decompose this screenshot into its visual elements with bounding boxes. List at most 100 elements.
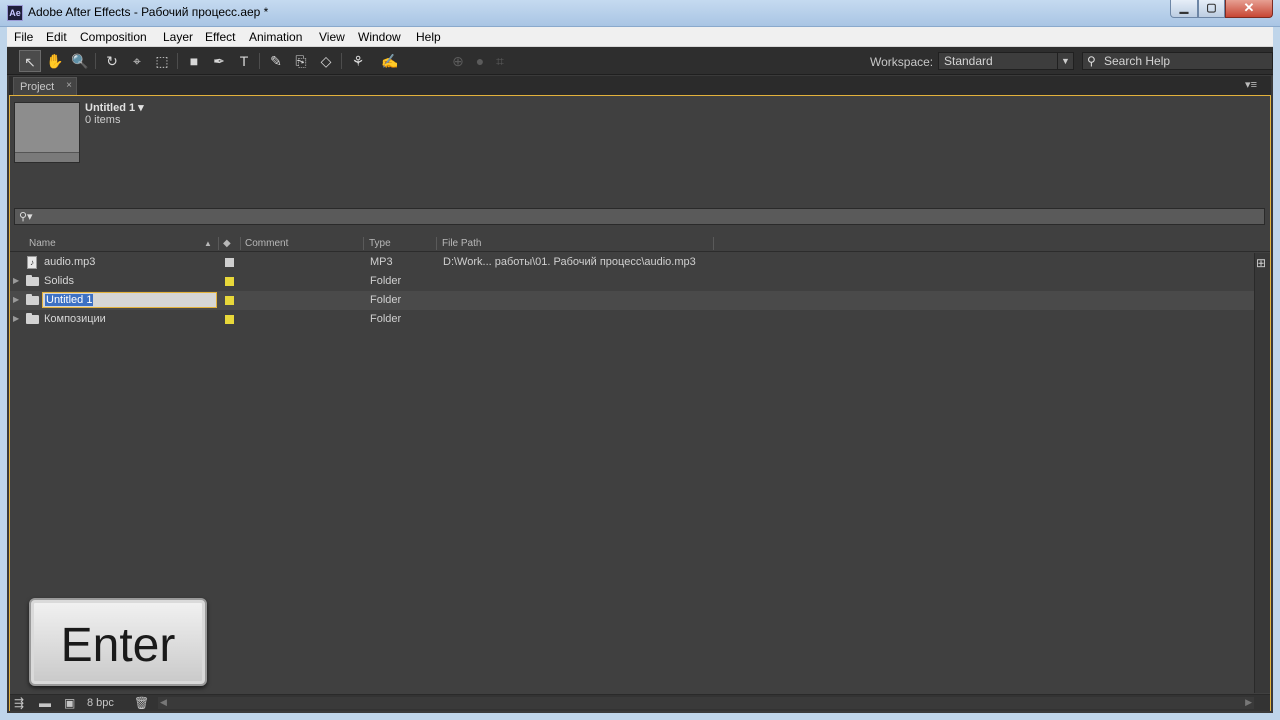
minimize-button[interactable]: ▁	[1170, 0, 1198, 18]
audio-file-icon: ♪	[27, 256, 37, 269]
rename-input[interactable]: Untitled 1	[42, 292, 217, 308]
menu-composition[interactable]: Composition	[80, 30, 147, 44]
menu-animation[interactable]: Animation	[249, 30, 302, 44]
vertical-scrollbar[interactable]	[1254, 253, 1270, 693]
workspace-label: Workspace:	[870, 55, 934, 69]
trash-icon[interactable]: 🗑	[134, 696, 149, 710]
hand-tool-icon[interactable]: ✋	[44, 50, 66, 72]
menu-view[interactable]: View	[319, 30, 345, 44]
title-bar: Ae Adobe After Effects - Рабочий процесс…	[0, 0, 1280, 27]
brush-tool-icon[interactable]: ✎	[265, 50, 287, 72]
item-type: Folder	[370, 313, 402, 325]
tab-project[interactable]: Project ×	[13, 77, 77, 95]
pen-tool-icon[interactable]: ✒	[208, 50, 230, 72]
zoom-tool-icon[interactable]: 🔍	[69, 50, 91, 72]
label-color-swatch[interactable]	[225, 315, 234, 324]
sort-ascending-icon[interactable]: ▲	[204, 239, 212, 248]
interpret-footage-icon[interactable]: ⇶	[14, 696, 24, 710]
panel-menu-icon[interactable]: ▾≡	[1245, 78, 1257, 91]
scroll-left-icon[interactable]: ◀	[160, 697, 167, 708]
column-type[interactable]: Type	[369, 238, 391, 249]
menu-file[interactable]: File	[14, 30, 33, 44]
column-divider[interactable]	[436, 237, 437, 250]
thumbnail-strip	[15, 152, 79, 162]
expand-arrow-icon[interactable]: ▶	[13, 295, 19, 304]
column-divider[interactable]	[218, 237, 219, 250]
search-icon: ⚲▾	[19, 211, 33, 223]
project-tab-label: Project	[20, 81, 55, 93]
new-composition-icon[interactable]: ▣	[64, 696, 75, 710]
project-item-count: 0 items	[85, 114, 121, 126]
close-icon[interactable]: ×	[66, 80, 72, 91]
maximize-button[interactable]: ▢	[1198, 0, 1225, 18]
column-comment[interactable]: Comment	[245, 238, 288, 249]
workspace-dropdown[interactable]: Standard ▼	[938, 52, 1074, 70]
item-name: Solids	[44, 275, 74, 287]
folder-icon	[26, 313, 39, 324]
enter-key-label: Enter	[60, 619, 176, 672]
item-name: Композиции	[44, 313, 106, 325]
column-divider[interactable]	[713, 237, 714, 250]
project-row-untitled[interactable]: ▶ Untitled 1 Folder	[10, 291, 1254, 310]
type-tool-icon[interactable]: T	[233, 50, 255, 72]
panel-tab-bar: Project × ▾≡	[9, 76, 1271, 95]
flowchart-icon[interactable]: ⊞	[1256, 256, 1266, 270]
menu-effect[interactable]: Effect	[205, 30, 235, 44]
menu-layer[interactable]: Layer	[163, 30, 193, 44]
project-item-name[interactable]: Untitled 1 ▾	[85, 101, 144, 114]
tools-toolbar: ↖ ✋ 🔍 ↻ ⌖ ⬚ ■ ✒ T ✎ ⎘ ◇ ⚘ ✍ ⊕ ● ⌗ Worksp…	[7, 47, 1273, 75]
search-help-placeholder: Search Help	[1104, 54, 1171, 68]
roto-brush-tool-icon[interactable]: ⚘	[347, 50, 369, 72]
search-icon: ⚲	[1087, 54, 1096, 68]
column-header: Name ▲ ◆ Comment Type File Path	[10, 236, 1270, 252]
eraser-tool-icon[interactable]: ◇	[315, 50, 337, 72]
label-color-swatch[interactable]	[225, 277, 234, 286]
toolbar-divider	[259, 53, 260, 69]
project-bottom-bar: ⇶ ▬ ▣ 8 bpc 🗑 ◀ ▶	[10, 694, 1270, 711]
horizontal-scrollbar[interactable]: ◀ ▶	[158, 697, 1254, 709]
column-name[interactable]: Name	[29, 238, 56, 249]
selection-tool-icon[interactable]: ↖	[19, 50, 41, 72]
item-name: audio.mp3	[44, 256, 96, 268]
new-folder-icon[interactable]: ▬	[39, 696, 51, 710]
item-file-path: D:\Work... работы\01. Рабочий процесс\au…	[443, 256, 696, 268]
project-row-solids[interactable]: ▶ Solids Folder	[10, 272, 1254, 291]
item-type: Folder	[370, 294, 402, 306]
workspace-value: Standard	[944, 54, 993, 68]
label-column-icon[interactable]: ◆	[223, 238, 231, 249]
scroll-right-icon[interactable]: ▶	[1245, 697, 1252, 708]
chevron-down-icon: ▼	[1057, 53, 1073, 69]
after-effects-app-icon: Ae	[7, 5, 23, 21]
toolbar-divider	[177, 53, 178, 69]
column-file-path[interactable]: File Path	[442, 238, 481, 249]
close-icon: ✕	[1243, 0, 1255, 15]
window-title: Adobe After Effects - Рабочий процесс.ae…	[28, 5, 269, 19]
menu-help[interactable]: Help	[416, 30, 441, 44]
toolbar-divider	[95, 53, 96, 69]
column-divider[interactable]	[240, 237, 241, 250]
view-axis-icon: ⌗	[496, 53, 504, 69]
column-divider[interactable]	[363, 237, 364, 250]
item-type: MP3	[370, 256, 393, 268]
label-color-swatch[interactable]	[225, 296, 234, 305]
expand-arrow-icon[interactable]: ▶	[13, 276, 19, 285]
label-color-swatch[interactable]	[225, 258, 234, 267]
puppet-pin-tool-icon[interactable]: ✍	[379, 50, 401, 72]
rename-input-selected-text: Untitled 1	[45, 294, 94, 306]
project-row-compositions[interactable]: ▶ Композиции Folder	[10, 310, 1254, 329]
project-row-audio[interactable]: ♪ audio.mp3 MP3 D:\Work... работы\01. Ра…	[10, 253, 1254, 272]
color-depth-button[interactable]: 8 bpc	[87, 697, 114, 709]
maximize-icon: ▢	[1206, 2, 1217, 14]
rotation-tool-icon[interactable]: ↻	[101, 50, 123, 72]
clone-stamp-tool-icon[interactable]: ⎘	[290, 50, 312, 72]
expand-arrow-icon[interactable]: ▶	[13, 314, 19, 323]
camera-tool-icon[interactable]: ⌖	[126, 50, 148, 72]
pan-behind-tool-icon[interactable]: ⬚	[151, 50, 173, 72]
search-help-field[interactable]: ⚲ Search Help	[1082, 52, 1273, 70]
project-search-input[interactable]: ⚲▾	[14, 208, 1265, 225]
menu-window[interactable]: Window	[358, 30, 401, 44]
menu-edit[interactable]: Edit	[46, 30, 67, 44]
rectangle-tool-icon[interactable]: ■	[183, 50, 205, 72]
close-window-button[interactable]: ✕	[1225, 0, 1273, 18]
menu-bar: File Edit Composition Layer Effect Anima…	[7, 27, 1273, 47]
